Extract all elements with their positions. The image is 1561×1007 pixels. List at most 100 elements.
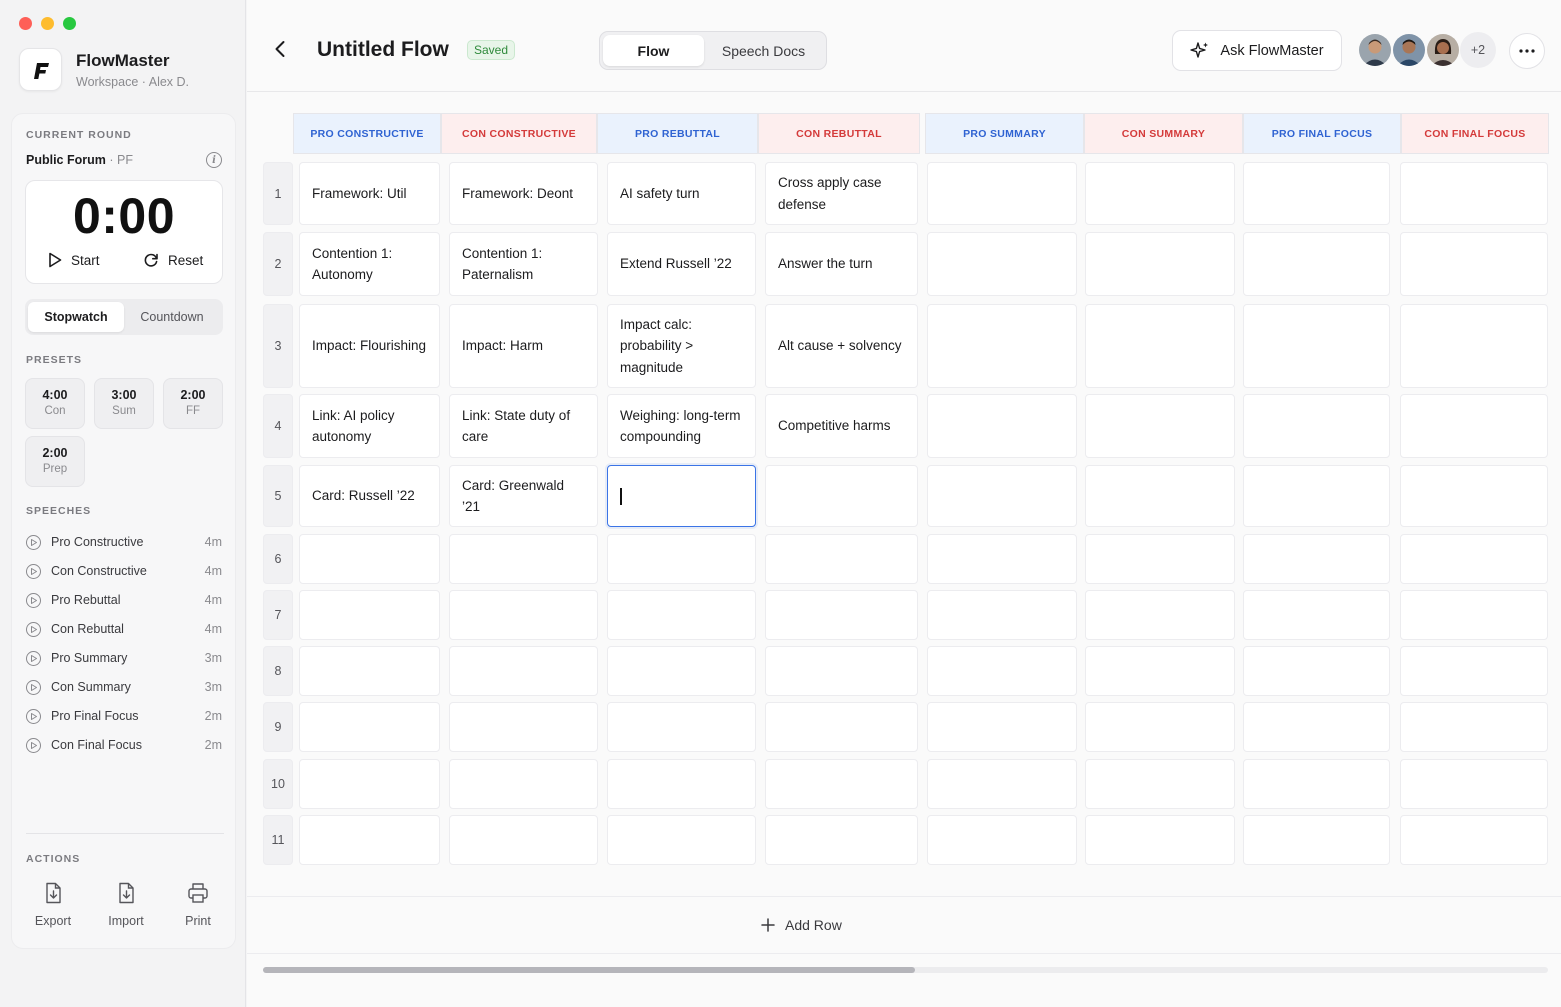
column-header-pro-final-focus[interactable]: PRO FINAL FOCUS bbox=[1243, 113, 1401, 154]
avatar[interactable] bbox=[1391, 32, 1427, 68]
column-header-con-rebuttal[interactable]: CON REBUTTAL bbox=[758, 113, 920, 154]
flow-cell[interactable] bbox=[1400, 162, 1548, 225]
column-header-pro-summary[interactable]: PRO SUMMARY bbox=[925, 113, 1084, 154]
flow-cell[interactable] bbox=[1085, 304, 1235, 388]
flow-cell[interactable] bbox=[765, 534, 918, 584]
preset-ff[interactable]: 2:00 FF bbox=[163, 378, 223, 429]
print-button[interactable]: Print bbox=[168, 882, 228, 928]
speech-item[interactable]: Con Constructive 4m bbox=[26, 561, 222, 581]
preset-sum[interactable]: 3:00 Sum bbox=[94, 378, 154, 429]
flow-cell[interactable] bbox=[765, 590, 918, 640]
flow-cell[interactable] bbox=[607, 534, 756, 584]
flow-cell[interactable]: Impact calc: probability > magnitude bbox=[607, 304, 756, 388]
flow-cell[interactable] bbox=[1243, 304, 1390, 388]
flow-cell[interactable] bbox=[1085, 590, 1235, 640]
flow-cell[interactable]: Competitive harms bbox=[765, 394, 918, 458]
flow-cell[interactable] bbox=[1085, 465, 1235, 527]
back-button[interactable] bbox=[273, 39, 287, 64]
flow-cell[interactable] bbox=[1243, 394, 1390, 458]
flow-cell[interactable] bbox=[1400, 759, 1548, 809]
speech-item[interactable]: Con Final Focus 2m bbox=[26, 735, 222, 755]
flow-cell[interactable]: Framework: Util bbox=[299, 162, 440, 225]
flow-cell[interactable] bbox=[1400, 394, 1548, 458]
flow-cell[interactable]: Answer the turn bbox=[765, 232, 918, 296]
column-header-con-summary[interactable]: CON SUMMARY bbox=[1084, 113, 1243, 154]
add-row-button[interactable]: Add Row bbox=[761, 917, 842, 933]
flow-cell[interactable] bbox=[1085, 759, 1235, 809]
flow-cell[interactable] bbox=[449, 759, 598, 809]
flow-cell[interactable]: Impact: Harm bbox=[449, 304, 598, 388]
flow-cell[interactable]: Framework: Deont bbox=[449, 162, 598, 225]
speech-item[interactable]: Pro Constructive 4m bbox=[26, 532, 222, 552]
minimize-window-button[interactable] bbox=[41, 17, 54, 30]
flow-cell[interactable] bbox=[1085, 162, 1235, 225]
flow-cell[interactable] bbox=[1243, 815, 1390, 865]
flow-cell[interactable] bbox=[765, 815, 918, 865]
column-header-con-final-focus[interactable]: CON FINAL FOCUS bbox=[1401, 113, 1549, 154]
more-collaborators-badge[interactable]: +2 bbox=[1460, 32, 1496, 68]
close-window-button[interactable] bbox=[19, 17, 32, 30]
flow-cell[interactable] bbox=[927, 304, 1077, 388]
flow-cell[interactable] bbox=[1400, 465, 1548, 527]
flow-cell[interactable]: Weighing: long-term compounding bbox=[607, 394, 756, 458]
flow-title[interactable]: Untitled Flow bbox=[317, 38, 449, 62]
flow-cell[interactable] bbox=[1400, 646, 1548, 696]
flow-cell[interactable] bbox=[1243, 646, 1390, 696]
flow-cell[interactable] bbox=[1085, 646, 1235, 696]
column-header-pro-rebuttal[interactable]: PRO REBUTTAL bbox=[597, 113, 758, 154]
flow-cell[interactable]: Card: Russell ’22 bbox=[299, 465, 440, 527]
flow-cell[interactable] bbox=[1400, 590, 1548, 640]
flow-cell[interactable] bbox=[765, 759, 918, 809]
flow-cell[interactable] bbox=[1400, 534, 1548, 584]
flow-cell[interactable] bbox=[607, 815, 756, 865]
flow-cell[interactable] bbox=[1243, 590, 1390, 640]
flow-cell[interactable] bbox=[299, 534, 440, 584]
scrollbar-thumb[interactable] bbox=[263, 967, 915, 973]
info-icon[interactable]: i bbox=[206, 152, 222, 168]
flow-cell[interactable] bbox=[1400, 232, 1548, 296]
flow-cell[interactable] bbox=[927, 394, 1077, 458]
horizontal-scrollbar[interactable] bbox=[263, 967, 1548, 973]
speech-item[interactable]: Pro Summary 3m bbox=[26, 648, 222, 668]
flow-cell[interactable] bbox=[927, 646, 1077, 696]
flow-cell[interactable] bbox=[927, 702, 1077, 752]
flow-cell[interactable] bbox=[1243, 759, 1390, 809]
flow-cell[interactable] bbox=[1243, 465, 1390, 527]
flow-cell[interactable]: AI safety turn bbox=[607, 162, 756, 225]
flow-cell[interactable] bbox=[449, 702, 598, 752]
flow-cell[interactable] bbox=[449, 815, 598, 865]
flow-cell[interactable] bbox=[765, 465, 918, 527]
flow-cell[interactable] bbox=[1085, 394, 1235, 458]
flow-cell[interactable] bbox=[927, 534, 1077, 584]
flow-cell[interactable] bbox=[765, 702, 918, 752]
flow-cell[interactable]: Link: AI policy autonomy bbox=[299, 394, 440, 458]
flow-cell[interactable]: Impact: Flourishing bbox=[299, 304, 440, 388]
reset-button[interactable]: Reset bbox=[143, 252, 203, 268]
flow-cell[interactable] bbox=[927, 162, 1077, 225]
zoom-window-button[interactable] bbox=[63, 17, 76, 30]
ask-flowmaster-button[interactable]: Ask FlowMaster bbox=[1172, 30, 1342, 71]
flow-cell[interactable] bbox=[607, 465, 756, 527]
start-button[interactable]: Start bbox=[48, 252, 100, 268]
flow-cell[interactable]: Link: State duty of care bbox=[449, 394, 598, 458]
flow-cell[interactable] bbox=[299, 815, 440, 865]
flow-cell[interactable] bbox=[927, 232, 1077, 296]
flow-cell[interactable]: Cross apply case defense bbox=[765, 162, 918, 225]
avatar[interactable] bbox=[1357, 32, 1393, 68]
speech-item[interactable]: Con Rebuttal 4m bbox=[26, 619, 222, 639]
avatar[interactable] bbox=[1425, 32, 1461, 68]
flow-cell[interactable] bbox=[607, 590, 756, 640]
speech-item[interactable]: Con Summary 3m bbox=[26, 677, 222, 697]
tab-flow[interactable]: Flow bbox=[603, 35, 704, 66]
preset-con[interactable]: 4:00 Con bbox=[25, 378, 85, 429]
flow-cell[interactable] bbox=[1243, 702, 1390, 752]
flow-cell[interactable] bbox=[607, 759, 756, 809]
tab-speech-docs[interactable]: Speech Docs bbox=[704, 35, 823, 66]
preset-prep[interactable]: 2:00 Prep bbox=[25, 436, 85, 487]
flow-cell[interactable] bbox=[449, 534, 598, 584]
flow-cell[interactable]: Contention 1: Autonomy bbox=[299, 232, 440, 296]
flow-cell[interactable] bbox=[299, 702, 440, 752]
flow-cell[interactable] bbox=[607, 646, 756, 696]
flow-cell[interactable] bbox=[299, 759, 440, 809]
flow-cell[interactable]: Contention 1: Paternalism bbox=[449, 232, 598, 296]
